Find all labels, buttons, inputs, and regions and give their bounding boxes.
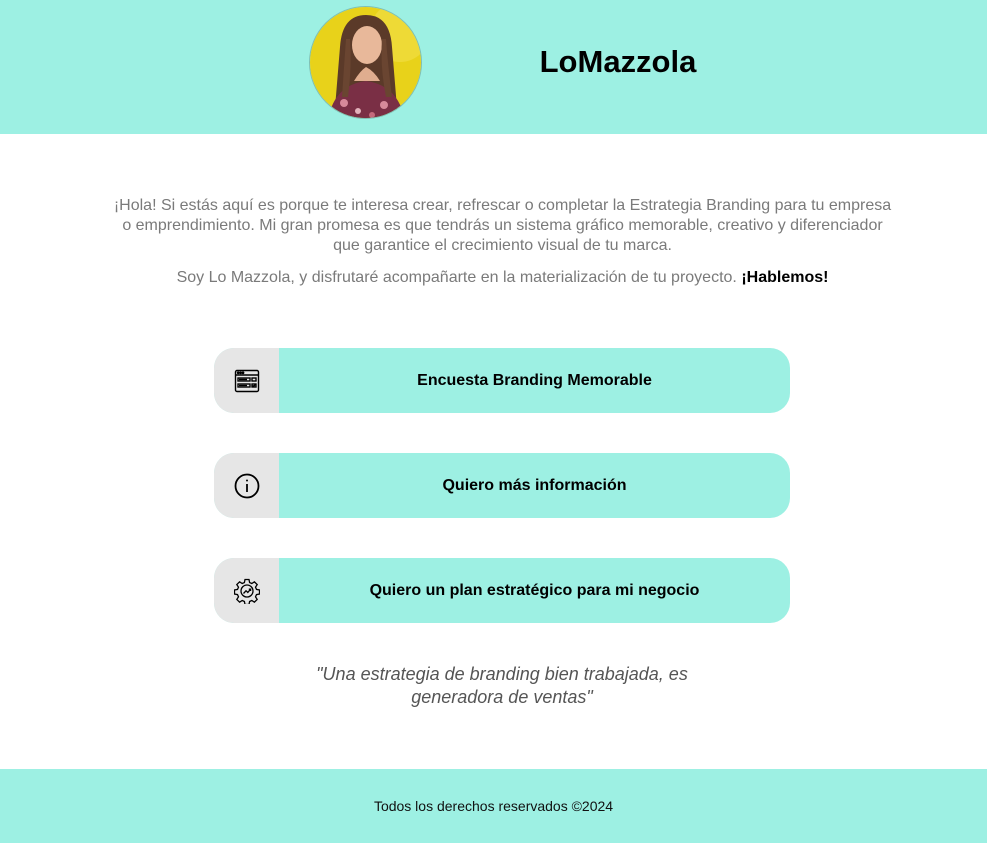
hablemos-text: ¡Hablemos! bbox=[741, 269, 829, 286]
intro-paragraph-2: Soy Lo Mazzola, y disfrutaré acompañarte… bbox=[110, 268, 895, 288]
more-info-button-label: Quiero más información bbox=[442, 476, 627, 494]
strategic-plan-button[interactable]: Quiero un plan estratégico para mi negoc… bbox=[214, 558, 790, 623]
plan-icon-box bbox=[214, 558, 279, 623]
profile-photo-icon bbox=[310, 7, 421, 118]
strategic-plan-button-label: Quiero un plan estratégico para mi negoc… bbox=[369, 581, 700, 599]
intro-text: ¡Hola! Si estás aquí es porque te intere… bbox=[110, 196, 895, 288]
survey-button-label: Encuesta Branding Memorable bbox=[417, 371, 652, 389]
browser-form-icon bbox=[234, 369, 259, 392]
copyright-text: Todos los derechos reservados ©2024 bbox=[373, 798, 614, 814]
quote: "Una estrategia de branding bien trabaja… bbox=[316, 664, 688, 707]
intro-paragraph-2-text: Soy Lo Mazzola, y disfrutaré acompañarte… bbox=[176, 269, 737, 286]
survey-button[interactable]: Encuesta Branding Memorable bbox=[214, 348, 790, 413]
survey-icon-box bbox=[214, 348, 279, 413]
footer: Todos los derechos reservados ©2024 bbox=[0, 769, 987, 843]
info-icon bbox=[234, 473, 259, 498]
avatar bbox=[309, 6, 422, 119]
info-icon-box bbox=[214, 453, 279, 518]
gear-growth-icon bbox=[233, 578, 260, 604]
header: LoMazzola bbox=[0, 0, 987, 134]
more-info-button[interactable]: Quiero más información bbox=[214, 453, 790, 518]
intro-paragraph: ¡Hola! Si estás aquí es porque te intere… bbox=[113, 197, 892, 254]
brand-title: LoMazzola bbox=[539, 44, 697, 79]
